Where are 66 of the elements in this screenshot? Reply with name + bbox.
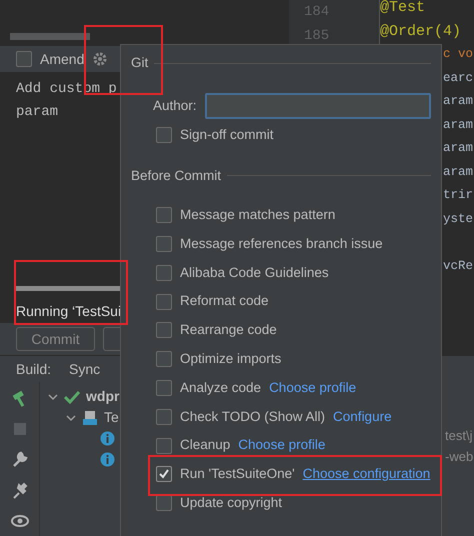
option-label: Update copyright: [180, 494, 282, 512]
author-label: Author:: [153, 96, 197, 115]
checkbox[interactable]: [156, 294, 172, 310]
link[interactable]: Choose profile: [238, 435, 326, 456]
link[interactable]: Configure: [333, 406, 392, 427]
amend-label: Amend: [40, 50, 84, 68]
output-text: test\j: [445, 427, 472, 445]
checkmark-icon: [64, 390, 80, 404]
code-text: aram: [443, 140, 474, 157]
info-icon: [100, 431, 115, 446]
link[interactable]: Choose profile: [269, 378, 356, 398]
sync-tab[interactable]: Sync: [69, 358, 100, 380]
checkbox[interactable]: [156, 264, 172, 281]
author-field[interactable]: [204, 93, 431, 119]
code-text: vcRe: [443, 258, 474, 274]
option-label: Cleanup: [180, 436, 230, 454]
option-label: Message references branch issue: [180, 234, 383, 253]
checkbox[interactable]: [156, 322, 172, 338]
tree-item[interactable]: Te: [104, 407, 119, 428]
checkbox[interactable]: [156, 408, 172, 425]
option-label: Alibaba Code Guidelines: [180, 264, 329, 282]
code-text: @Order(4): [380, 22, 462, 42]
settings-icon[interactable]: [92, 51, 108, 67]
chevron-down-icon[interactable]: [48, 392, 58, 402]
eye-icon[interactable]: [10, 514, 30, 528]
option-label: Sign-off commit: [180, 126, 274, 144]
link[interactable]: Choose configuration: [302, 464, 430, 484]
code-text: earc: [443, 70, 474, 86]
test-file-icon: [82, 410, 98, 426]
tree-item[interactable]: wdpr: [86, 386, 120, 407]
option-label: Rearrange code: [180, 321, 277, 340]
message-line: param: [16, 103, 58, 122]
code-text: yste: [443, 210, 474, 228]
checkbox[interactable]: [156, 351, 172, 368]
option-label: Message matches pattern: [180, 206, 336, 224]
amend-checkbox[interactable]: [16, 51, 32, 67]
checkbox[interactable]: [156, 495, 172, 512]
commit-button[interactable]: Commit: [16, 327, 95, 351]
option-label: Check TODO (Show All): [180, 408, 326, 426]
option-label: Analyze code: [180, 378, 262, 397]
section-title: Git: [131, 54, 148, 72]
wrench-icon[interactable]: [10, 450, 28, 468]
code-text: c vo: [443, 46, 474, 63]
checkbox[interactable]: [156, 466, 172, 482]
checkbox[interactable]: [156, 380, 172, 396]
stop-icon[interactable]: [12, 422, 26, 436]
checkbox[interactable]: [156, 207, 172, 224]
build-label: Build:: [16, 360, 52, 378]
option-label: Run 'TestSuiteOne': [180, 465, 295, 484]
code-text: aram: [443, 164, 474, 180]
status-text: Running ‘TestSui: [16, 302, 122, 321]
option-label: Reformat code: [180, 292, 269, 310]
checkbox[interactable]: [156, 438, 172, 454]
scrollbar[interactable]: [10, 33, 90, 40]
checkbox[interactable]: [156, 236, 172, 252]
checkbox[interactable]: [156, 127, 172, 144]
pin-icon[interactable]: [10, 482, 28, 500]
code-text: @Test: [380, 0, 426, 18]
section-title: Before Commit: [131, 166, 222, 185]
chevron-down-icon[interactable]: [66, 412, 76, 422]
option-label: Optimize imports: [180, 350, 282, 368]
output-text: -web: [445, 448, 474, 466]
code-text: trir: [443, 187, 474, 204]
code-text: aram: [443, 93, 474, 110]
code-text: aram: [443, 116, 474, 134]
info-icon: [100, 452, 115, 467]
